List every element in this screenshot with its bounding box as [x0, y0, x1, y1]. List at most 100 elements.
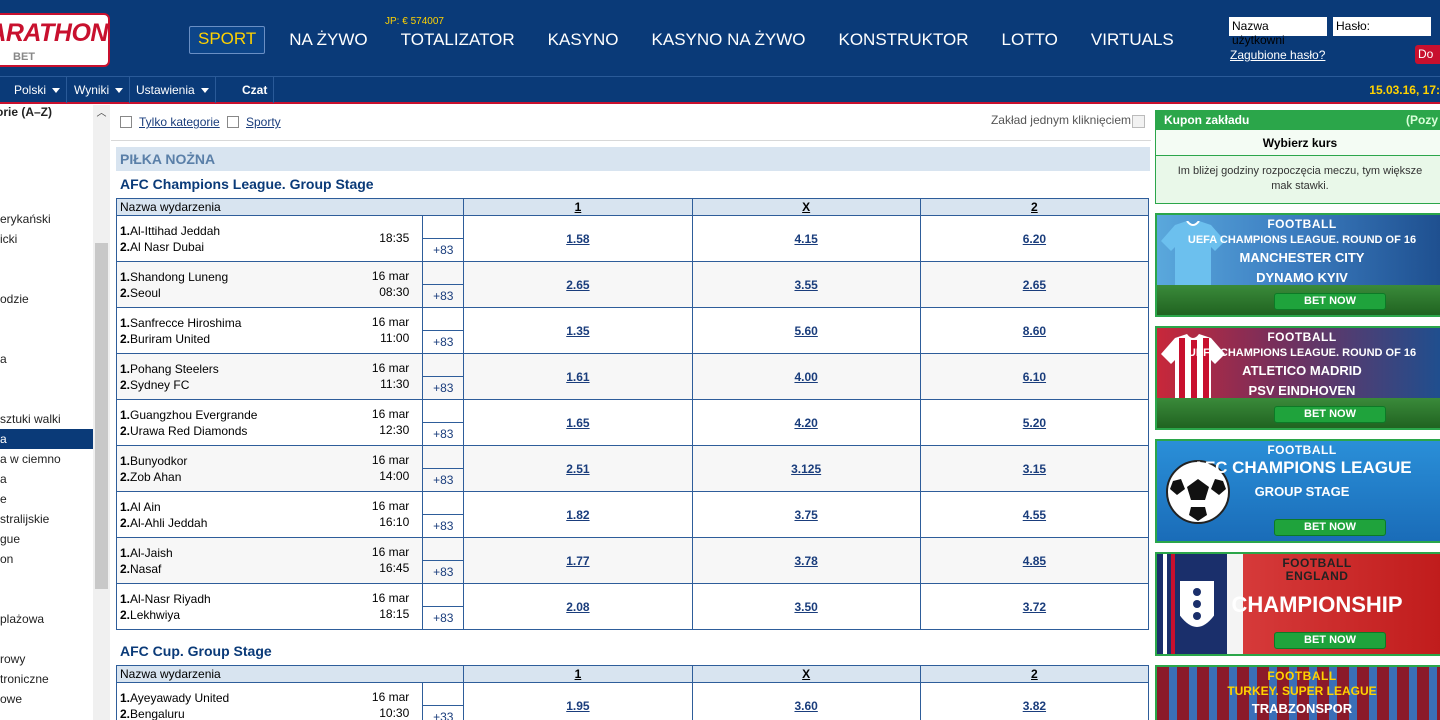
- results-dropdown[interactable]: Wyniki: [68, 77, 131, 103]
- nav-casino[interactable]: KASYNO: [540, 26, 627, 54]
- column-draw[interactable]: X: [691, 665, 921, 683]
- odd-draw[interactable]: 3.60: [691, 682, 921, 720]
- nav-sport[interactable]: SPORT: [189, 26, 266, 54]
- more-markets[interactable]: +83: [422, 583, 465, 630]
- sports-checkbox[interactable]: [227, 116, 239, 128]
- odd-draw[interactable]: 4.20: [691, 399, 921, 446]
- forgot-password-link[interactable]: Zagubione hasło?: [1230, 48, 1325, 62]
- promo-banner[interactable]: FOOTBALL AFC CHAMPIONS LEAGUE GROUP STAG…: [1155, 439, 1440, 543]
- bet-now-button[interactable]: BET NOW: [1274, 293, 1386, 310]
- odd-away[interactable]: 4.85: [919, 537, 1150, 584]
- promo-banner[interactable]: FOOTBALL TURKEY. SUPER LEAGUE TRABZONSPO…: [1155, 665, 1440, 720]
- sidebar-item[interactable]: a: [0, 469, 93, 489]
- more-markets[interactable]: +83: [422, 537, 465, 584]
- odd-away[interactable]: 2.65: [919, 261, 1150, 308]
- nav-live-casino[interactable]: KASYNO NA ŻYWO: [644, 26, 814, 54]
- bet-now-button[interactable]: BET NOW: [1274, 632, 1386, 649]
- odd-home[interactable]: 1.77: [463, 537, 693, 584]
- more-markets[interactable]: +83: [422, 261, 465, 308]
- nav-virtuals[interactable]: VIRTUALS: [1083, 26, 1182, 54]
- odd-away[interactable]: 8.60: [919, 307, 1150, 354]
- sidebar-item[interactable]: odzie: [0, 289, 93, 309]
- odd-home[interactable]: 1.58: [463, 215, 693, 262]
- username-input[interactable]: Nazwa użytkowni: [1229, 17, 1327, 47]
- odd-draw[interactable]: 3.55: [691, 261, 921, 308]
- odd-away[interactable]: 3.72: [919, 583, 1150, 630]
- more-markets[interactable]: +83: [422, 215, 465, 262]
- sidebar-item[interactable]: stralijskie: [0, 509, 93, 529]
- more-markets[interactable]: +83: [422, 307, 465, 354]
- categories-only-checkbox[interactable]: [120, 116, 132, 128]
- promo-banner[interactable]: FOOTBALL ENGLAND CHAMPIONSHIP BET NOW: [1155, 552, 1440, 656]
- event-teams[interactable]: 1.Al Ain 2.Al-Ahli Jeddah 16 mar 16:10: [115, 491, 424, 538]
- odd-away[interactable]: 5.20: [919, 399, 1150, 446]
- column-home[interactable]: 1: [463, 665, 693, 683]
- sidebar-item[interactable]: sztuki walki: [0, 409, 93, 429]
- sidebar-item[interactable]: icki: [0, 229, 93, 249]
- event-teams[interactable]: 1.Al-Nasr Riyadh 2.Lekhwiya 16 mar 18:15: [115, 583, 424, 630]
- odd-home[interactable]: 1.61: [463, 353, 693, 400]
- sidebar-item[interactable]: erykański: [0, 209, 93, 229]
- sidebar-scrollbar[interactable]: ︿: [93, 105, 110, 720]
- sidebar-item[interactable]: e: [0, 489, 93, 509]
- event-teams[interactable]: 1.Pohang Steelers 2.Sydney FC 16 mar 11:30: [115, 353, 424, 400]
- sidebar-item[interactable]: gue: [0, 529, 93, 549]
- nav-live[interactable]: NA ŻYWO: [281, 26, 375, 54]
- scroll-thumb[interactable]: [95, 243, 108, 589]
- odd-away[interactable]: 6.10: [919, 353, 1150, 400]
- sidebar-item[interactable]: on: [0, 549, 93, 569]
- promo-banner[interactable]: FOOTBALL UEFA CHAMPIONS LEAGUE. ROUND OF…: [1155, 213, 1440, 317]
- odd-draw[interactable]: 5.60: [691, 307, 921, 354]
- odd-away[interactable]: 4.55: [919, 491, 1150, 538]
- odd-away[interactable]: 6.20: [919, 215, 1150, 262]
- column-away[interactable]: 2: [919, 665, 1150, 683]
- sidebar-item[interactable]: rowy: [0, 649, 93, 669]
- one-click-checkbox[interactable]: [1132, 115, 1145, 128]
- more-markets[interactable]: +83: [422, 445, 465, 492]
- bet-now-button[interactable]: BET NOW: [1274, 519, 1386, 536]
- bet-now-button[interactable]: BET NOW: [1274, 406, 1386, 423]
- odd-away[interactable]: 3.15: [919, 445, 1150, 492]
- odd-home[interactable]: 1.95: [463, 682, 693, 720]
- password-input[interactable]: Hasło:: [1333, 17, 1431, 36]
- odd-home[interactable]: 2.65: [463, 261, 693, 308]
- odd-draw[interactable]: 4.00: [691, 353, 921, 400]
- odd-home[interactable]: 2.08: [463, 583, 693, 630]
- scroll-up-icon[interactable]: ︿: [93, 105, 110, 122]
- sidebar-item[interactable]: a: [0, 349, 93, 369]
- chat-link[interactable]: Czat: [236, 77, 275, 103]
- sidebar-item[interactable]: owe: [0, 689, 93, 709]
- event-teams[interactable]: 1.Shandong Luneng 2.Seoul 16 mar 08:30: [115, 261, 424, 308]
- odd-away[interactable]: 3.82: [919, 682, 1150, 720]
- nav-constructor[interactable]: KONSTRUKTOR: [831, 26, 977, 54]
- column-away[interactable]: 2: [919, 198, 1150, 216]
- event-teams[interactable]: 1.Sanfrecce Hiroshima 2.Buriram United 16 …: [115, 307, 424, 354]
- odd-draw[interactable]: 4.15: [691, 215, 921, 262]
- more-markets[interactable]: +33: [422, 682, 465, 720]
- league-title[interactable]: AFC Champions League. Group Stage: [120, 176, 374, 192]
- odd-home[interactable]: 2.51: [463, 445, 693, 492]
- sidebar-item[interactable]: plażowa: [0, 609, 93, 629]
- sidebar-item[interactable]: a: [0, 429, 93, 449]
- more-markets[interactable]: +83: [422, 353, 465, 400]
- event-teams[interactable]: 1.Guangzhou Evergrande 2.Urawa Red Diamon…: [115, 399, 424, 446]
- odd-home[interactable]: 1.65: [463, 399, 693, 446]
- sidebar-item[interactable]: a w ciemno: [0, 449, 93, 469]
- sidebar-item[interactable]: troniczne: [0, 669, 93, 689]
- more-markets[interactable]: +83: [422, 491, 465, 538]
- odd-draw[interactable]: 3.50: [691, 583, 921, 630]
- column-draw[interactable]: X: [691, 198, 921, 216]
- categories-only-label[interactable]: Tylko kategorie: [139, 115, 220, 129]
- odd-home[interactable]: 1.35: [463, 307, 693, 354]
- sports-label[interactable]: Sporty: [246, 115, 281, 129]
- language-dropdown[interactable]: Polski: [8, 77, 68, 103]
- event-teams[interactable]: 1.Al-Ittihad Jeddah 2.Al Nasr Dubai 18:35: [115, 215, 424, 262]
- settings-dropdown[interactable]: Ustawienia: [130, 77, 216, 103]
- event-teams[interactable]: 1.Al-Jaish 2.Nasaf 16 mar 16:45: [115, 537, 424, 584]
- odd-home[interactable]: 1.82: [463, 491, 693, 538]
- column-home[interactable]: 1: [463, 198, 693, 216]
- odd-draw[interactable]: 3.75: [691, 491, 921, 538]
- odd-draw[interactable]: 3.78: [691, 537, 921, 584]
- login-button[interactable]: Do: [1415, 45, 1440, 64]
- marathonbet-logo[interactable]: MARATHON BET: [0, 13, 110, 67]
